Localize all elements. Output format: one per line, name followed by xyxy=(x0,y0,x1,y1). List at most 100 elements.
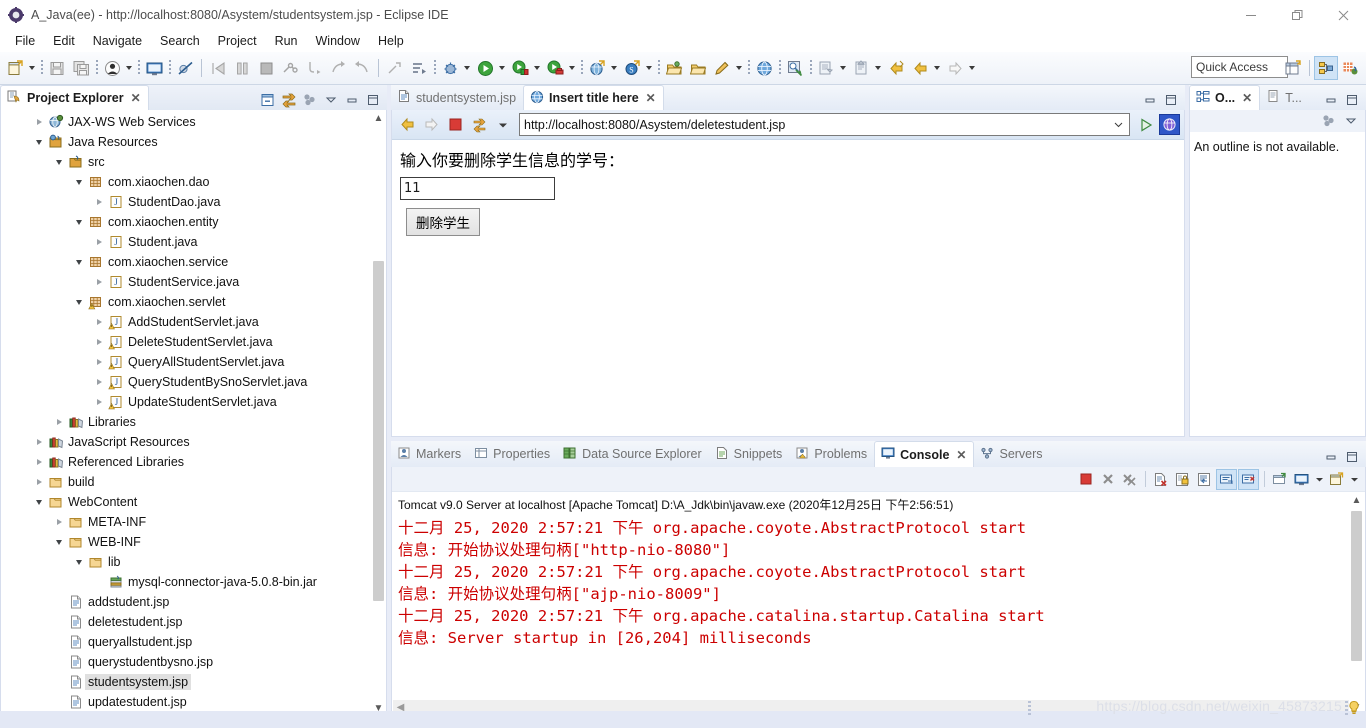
tree-item[interactable]: lib xyxy=(1,552,386,572)
tree-item[interactable]: J StudentDao.java xyxy=(1,192,386,212)
toolbar-button-save-all[interactable] xyxy=(69,55,93,81)
menu-edit[interactable]: Edit xyxy=(44,32,84,50)
chevron-right-icon[interactable] xyxy=(51,414,67,430)
project-tree-scrollbar[interactable]: ▲ ▼ xyxy=(371,111,386,716)
clear-console-icon[interactable] xyxy=(1150,469,1171,490)
tree-item[interactable]: J DeleteStudentServlet.java xyxy=(1,332,386,352)
scroll-lock-icon[interactable] xyxy=(1172,469,1193,490)
chevron-right-icon[interactable] xyxy=(31,114,47,130)
toolbar-button-save[interactable] xyxy=(45,55,69,81)
chevron-down-icon[interactable] xyxy=(71,554,87,570)
toolbar-button-web-browser[interactable] xyxy=(752,55,776,81)
show-console-on-output-icon[interactable] xyxy=(1216,468,1237,490)
chevron-down-icon[interactable] xyxy=(461,56,472,80)
toolbar-button-new-server[interactable]: S xyxy=(620,55,655,81)
chevron-right-icon[interactable] xyxy=(31,434,47,450)
back-arrow-icon[interactable] xyxy=(396,113,418,137)
forward-arrow-icon[interactable] xyxy=(420,113,442,137)
scroll-up-icon[interactable]: ▲ xyxy=(371,111,386,126)
chevron-down-icon[interactable] xyxy=(566,56,577,80)
close-icon[interactable]: ✕ xyxy=(956,448,966,462)
toolbar-button-open-console[interactable] xyxy=(142,55,166,81)
chevron-right-icon[interactable] xyxy=(91,334,107,350)
chevron-right-icon[interactable] xyxy=(51,514,67,530)
minimize-icon[interactable] xyxy=(342,90,362,110)
tab-console[interactable]: Console ✕ xyxy=(874,441,975,467)
minimize-icon[interactable] xyxy=(1321,447,1341,467)
toolbar-button-run[interactable] xyxy=(473,55,508,81)
toolbar-button-terminate[interactable] xyxy=(254,55,278,81)
chevron-down-icon[interactable] xyxy=(531,56,542,80)
chevron-down-icon[interactable] xyxy=(71,254,87,270)
stop-icon[interactable] xyxy=(444,113,466,137)
view-menu-icon[interactable] xyxy=(1319,111,1339,131)
project-tree[interactable]: JAX-WS Web Services Java Resources src com.… xyxy=(0,110,387,717)
tree-item[interactable]: com.xiaochen.servlet xyxy=(1,292,386,312)
chevron-down-icon[interactable] xyxy=(26,56,37,80)
menu-project[interactable]: Project xyxy=(209,32,266,50)
scroll-up-icon[interactable]: ▲ xyxy=(1349,493,1364,508)
tab-task-list[interactable]: T... xyxy=(1260,85,1309,110)
chevron-down-icon[interactable] xyxy=(966,56,977,80)
tab-studentsystem-jsp[interactable]: studentsystem.jsp xyxy=(391,85,523,110)
tree-item[interactable]: deletestudent.jsp xyxy=(1,612,386,632)
restore-icon[interactable] xyxy=(1274,0,1320,30)
tab-outline[interactable]: O... ✕ xyxy=(1189,85,1261,110)
chevron-down-icon[interactable] xyxy=(51,154,67,170)
menu-navigate[interactable]: Navigate xyxy=(84,32,151,50)
open-in-external-browser-icon[interactable] xyxy=(1159,114,1180,135)
toolbar-button-skip-breakpoints[interactable] xyxy=(173,55,197,81)
chevron-right-icon[interactable] xyxy=(31,474,47,490)
chevron-down-icon[interactable] xyxy=(1111,115,1125,135)
chevron-down-icon[interactable] xyxy=(71,214,87,230)
tab-markers[interactable]: Markers xyxy=(391,441,468,467)
toolbar-button-resume[interactable] xyxy=(206,55,230,81)
word-wrap-icon[interactable] xyxy=(1194,469,1215,490)
tab-project-explorer[interactable]: Project Explorer ✕ xyxy=(0,85,149,110)
toolbar-button-back[interactable] xyxy=(908,55,943,81)
terminate-icon[interactable] xyxy=(1075,469,1096,490)
toolbar-button-back-history[interactable] xyxy=(884,55,908,81)
close-icon[interactable]: ✕ xyxy=(131,91,141,105)
collapse-all-icon[interactable] xyxy=(258,90,278,110)
toolbar-button-forward[interactable] xyxy=(943,55,978,81)
tree-item[interactable]: J QueryStudentBySnoServlet.java xyxy=(1,372,386,392)
chevron-down-icon[interactable] xyxy=(71,174,87,190)
tree-item[interactable]: addstudent.jsp xyxy=(1,592,386,612)
toolbar-button-debug[interactable] xyxy=(438,55,473,81)
view-dropdown-icon[interactable] xyxy=(321,90,341,110)
tree-item[interactable]: J StudentService.java xyxy=(1,272,386,292)
tab-snippets[interactable]: Snippets xyxy=(709,441,790,467)
toolbar-button-suspend[interactable] xyxy=(230,55,254,81)
close-icon[interactable]: ✕ xyxy=(1242,91,1252,105)
chevron-down-icon[interactable] xyxy=(51,534,67,550)
chevron-right-icon[interactable] xyxy=(91,374,107,390)
tree-item[interactable]: com.xiaochen.service xyxy=(1,252,386,272)
tree-item[interactable]: updatestudent.jsp xyxy=(1,692,386,712)
toolbar-button-step-into[interactable] xyxy=(302,55,326,81)
tree-item[interactable]: queryallstudent.jsp xyxy=(1,632,386,652)
show-console-on-error-icon[interactable] xyxy=(1238,468,1259,490)
toolbar-button-open-task[interactable] xyxy=(686,55,710,81)
toolbar-button-disconnect[interactable] xyxy=(278,55,302,81)
tree-item[interactable]: WebContent xyxy=(1,492,386,512)
scrollbar-thumb[interactable] xyxy=(1351,511,1362,661)
pin-console-icon[interactable] xyxy=(1269,469,1290,490)
chevron-down-icon[interactable] xyxy=(643,56,654,80)
remove-all-terminated-icon[interactable] xyxy=(1119,469,1140,490)
console-vertical-scrollbar[interactable]: ▲ ▼ xyxy=(1349,493,1364,715)
delete-student-button[interactable]: 删除学生 xyxy=(406,208,480,236)
chevron-down-icon[interactable] xyxy=(931,56,942,80)
toolbar-button-new-wizard[interactable] xyxy=(3,55,38,81)
minimize-icon[interactable] xyxy=(1140,90,1160,110)
chevron-right-icon[interactable] xyxy=(91,394,107,410)
chevron-right-icon[interactable] xyxy=(91,234,107,250)
menu-search[interactable]: Search xyxy=(151,32,209,50)
maximize-icon[interactable] xyxy=(1161,90,1181,110)
close-icon[interactable] xyxy=(1320,0,1366,30)
tab-insert-title-here[interactable]: Insert title here ✕ xyxy=(523,85,664,110)
tree-item[interactable]: J AddStudentServlet.java xyxy=(1,312,386,332)
toolbar-button-search[interactable] xyxy=(783,55,807,81)
quick-access-input[interactable]: Quick Access xyxy=(1191,56,1288,78)
menu-help[interactable]: Help xyxy=(369,32,413,50)
